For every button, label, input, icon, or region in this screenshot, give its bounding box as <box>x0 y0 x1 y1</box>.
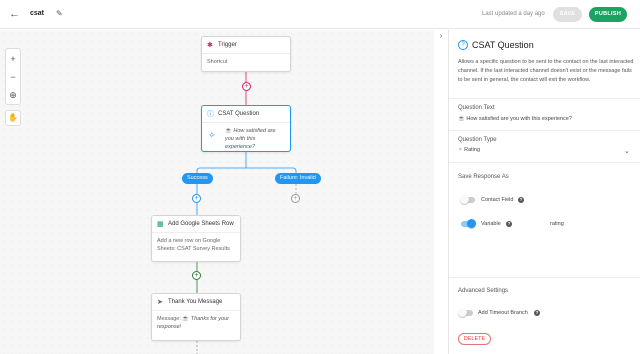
top-bar: ← csat ✎ Last updated a day ago SAVE PUB… <box>0 0 640 29</box>
zoom-controls: + − ⊕ <box>5 48 21 105</box>
contact-field-label: Contact Field <box>481 197 514 203</box>
toggle-knob <box>460 195 469 204</box>
add-step-button[interactable]: + <box>192 194 201 203</box>
variable-label: Variable <box>481 221 501 227</box>
question-text-value: How satisfied are you with this experien… <box>466 116 572 122</box>
csat-question-node[interactable]: ⓘ CSAT Question ✧ ☕ How satisfied are yo… <box>201 105 291 152</box>
back-arrow-icon[interactable]: ← <box>9 8 20 20</box>
pencil-icon[interactable]: ✎ <box>56 9 63 18</box>
emoji-icon: ☕ <box>225 128 232 134</box>
question-circle-icon: ⓘ <box>207 111 214 118</box>
hand-icon: ✋ <box>8 113 18 122</box>
thanks-node-title: Thank You Message <box>168 299 223 305</box>
divider <box>449 130 640 131</box>
csat-node-header: ⓘ CSAT Question <box>202 106 290 123</box>
save-button[interactable]: SAVE <box>553 7 582 22</box>
variable-toggle[interactable] <box>461 219 476 228</box>
emoji-icon: ☕ <box>458 116 465 122</box>
info-icon[interactable]: ? <box>506 221 512 227</box>
csat-node-question: How satisfied are you with this experien… <box>225 128 276 150</box>
collapse-panel-button[interactable]: › <box>434 30 448 42</box>
question-text-field[interactable]: ☕ How satisfied are you with this experi… <box>458 116 572 122</box>
divider <box>449 277 640 278</box>
question-type-label: Question Type <box>458 137 497 143</box>
chevron-right-icon: › <box>439 31 443 40</box>
last-updated-text: Last updated a day ago <box>482 11 545 17</box>
delete-step-button[interactable]: DELETE <box>458 333 491 345</box>
sheets-node-title: Add Google Sheets Row <box>168 221 234 227</box>
google-sheets-icon: ▦ <box>157 221 164 228</box>
csat-node-title: CSAT Question <box>218 111 260 117</box>
target-icon: ⊕ <box>9 90 17 100</box>
question-type-value: Rating <box>464 147 481 153</box>
thanks-node-header: ➤ Thank You Message <box>152 294 240 311</box>
trigger-node[interactable]: ✱ Trigger Shortcut <box>201 36 291 72</box>
save-response-label: Save Response As <box>458 174 509 180</box>
question-text-label: Question Text <box>458 105 495 111</box>
divider <box>449 162 640 163</box>
info-icon[interactable]: ? <box>534 310 540 316</box>
step-settings-panel: ? CSAT Question Allows a specific questi… <box>448 30 640 354</box>
toggle-knob <box>467 219 476 228</box>
zoom-out-button[interactable]: − <box>6 68 20 86</box>
thank-you-message-node[interactable]: ➤ Thank You Message Message: ☕ Thanks fo… <box>151 293 241 341</box>
publish-button[interactable]: PUBLISH <box>589 7 627 22</box>
thanks-node-body: Message: ☕ Thanks for your response! <box>152 311 240 335</box>
workflow-canvas[interactable]: + − ⊕ ✋ ✱ Trigger Shortcut + ⓘ CSAT Ques… <box>0 30 434 354</box>
info-icon[interactable]: ? <box>518 197 524 203</box>
divider <box>449 98 640 99</box>
message-prefix: Message: <box>157 316 181 322</box>
panel-title: CSAT Question <box>472 40 534 50</box>
rating-icon: ✧ <box>208 130 216 140</box>
pan-tool-button[interactable]: ✋ <box>5 110 21 126</box>
emoji-icon: ☕ <box>182 316 190 322</box>
question-circle-icon: ? <box>458 40 468 50</box>
question-type-select[interactable]: ✧ Rating <box>458 147 480 153</box>
sheets-node-header: ▦ Add Google Sheets Row <box>152 216 240 233</box>
toggle-knob <box>458 308 467 317</box>
sheets-node-body: Add a new row on Google Sheets: CSAT Sur… <box>157 238 230 252</box>
fit-view-button[interactable]: ⊕ <box>6 86 20 104</box>
trigger-node-header: ✱ Trigger <box>202 37 290 54</box>
add-step-button[interactable]: + <box>242 82 251 91</box>
rating-icon: ✧ <box>458 147 463 153</box>
timeout-branch-label: Add Timeout Branch <box>478 310 528 316</box>
zoom-in-button[interactable]: + <box>6 50 20 68</box>
contact-field-toggle[interactable] <box>460 195 475 204</box>
panel-description: Allows a specific question to be sent to… <box>458 59 634 83</box>
workflow-name: csat <box>30 10 45 17</box>
success-branch-label[interactable]: Success <box>182 173 213 184</box>
google-sheets-node[interactable]: ▦ Add Google Sheets Row Add a new row on… <box>151 215 241 262</box>
lightning-icon: ✱ <box>207 42 213 49</box>
add-step-button[interactable]: + <box>192 271 201 280</box>
failure-branch-label[interactable]: Failure: Invalid <box>275 173 321 184</box>
advanced-settings-label: Advanced Settings <box>458 288 509 294</box>
send-icon: ➤ <box>157 299 163 306</box>
add-step-button[interactable]: + <box>291 194 300 203</box>
timeout-branch-toggle[interactable] <box>458 308 473 317</box>
chevron-down-icon[interactable]: ⌄ <box>624 147 630 155</box>
trigger-node-body: Shortcut <box>207 59 228 65</box>
trigger-node-title: Trigger <box>218 42 237 48</box>
variable-name-input[interactable]: rating <box>550 221 564 227</box>
